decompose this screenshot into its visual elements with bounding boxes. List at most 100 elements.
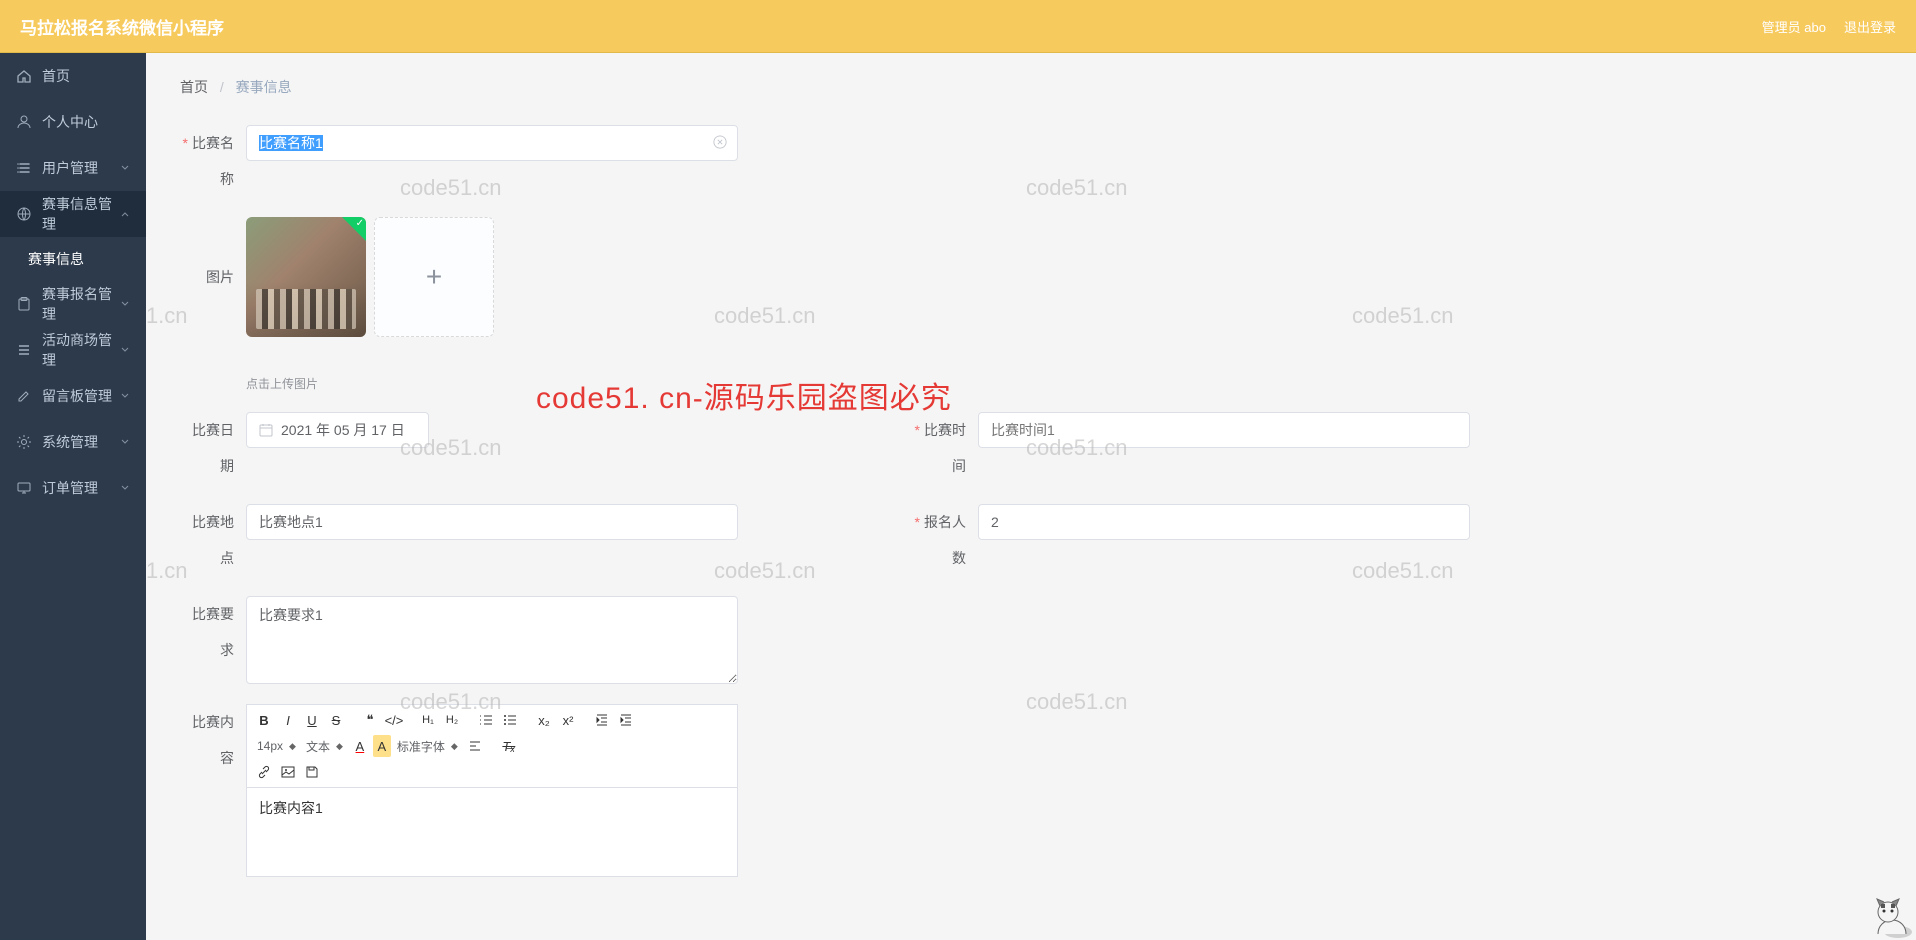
capacity-input[interactable] xyxy=(991,514,1439,530)
label-capacity: 报名人数 xyxy=(912,504,978,576)
clipboard-icon xyxy=(16,296,32,312)
sidebar-subitem[interactable]: 赛事信息 xyxy=(0,237,146,281)
underline-button[interactable]: U xyxy=(301,709,323,731)
sidebar-item-label: 系统管理 xyxy=(42,432,98,452)
outdent-button[interactable] xyxy=(591,709,613,731)
upload-add-button[interactable]: + xyxy=(374,217,494,337)
location-input-wrap xyxy=(246,504,738,540)
sidebar-item-0[interactable]: 首页 xyxy=(0,53,146,99)
save-button[interactable] xyxy=(301,761,323,783)
chevron-down-icon xyxy=(120,437,130,447)
sidebar: 首页个人中心用户管理赛事信息管理赛事信息赛事报名管理活动商场管理留言板管理系统管… xyxy=(0,53,146,940)
sidebar-item-1[interactable]: 个人中心 xyxy=(0,99,146,145)
font-family-select[interactable]: 标准字体◆ xyxy=(393,735,462,757)
label-location: 比赛地点 xyxy=(180,504,246,576)
watermark: code51.cn xyxy=(714,53,816,57)
sidebar-item-3[interactable]: 赛事信息管理 xyxy=(0,191,146,237)
sidebar-item-label: 赛事信息管理 xyxy=(42,194,120,234)
home-icon xyxy=(16,68,32,84)
sidebar-item-6[interactable]: 留言板管理 xyxy=(0,373,146,419)
clear-icon[interactable] xyxy=(713,135,729,151)
label-content: 比赛内容 xyxy=(180,704,246,776)
app-header: 马拉松报名系统微信小程序 管理员 abo 退出登录 xyxy=(0,0,1916,53)
sidebar-item-label: 个人中心 xyxy=(42,112,98,132)
quote-button[interactable]: ❝ xyxy=(359,709,381,731)
rich-editor: B I U S ❝ </> H₁ H₂ x₂ x² xyxy=(246,704,738,877)
logout-link[interactable]: 退出登录 xyxy=(1844,17,1896,36)
upload-success-icon xyxy=(342,217,366,241)
plus-icon: + xyxy=(426,261,442,293)
requirement-textarea[interactable] xyxy=(246,596,738,684)
ol-button[interactable] xyxy=(475,709,497,731)
align-button[interactable] xyxy=(464,735,486,757)
upload-tip: 点击上传图片 xyxy=(246,375,494,392)
text-type-select[interactable]: 文本◆ xyxy=(302,735,347,757)
capacity-input-wrap xyxy=(978,504,1470,540)
monitor-icon xyxy=(16,480,32,496)
name-input[interactable] xyxy=(259,135,707,151)
sidebar-item-label: 用户管理 xyxy=(42,158,98,178)
time-input-wrap xyxy=(978,412,1470,448)
upload-section: + 点击上传图片 xyxy=(246,217,494,392)
bold-button[interactable]: B xyxy=(253,709,275,731)
breadcrumb-current: 赛事信息 xyxy=(236,79,292,95)
label-name: 比赛名称 xyxy=(180,125,246,197)
time-input[interactable] xyxy=(991,422,1439,438)
font-size-select[interactable]: 14px◆ xyxy=(253,735,300,757)
gear-icon xyxy=(16,434,32,450)
sidebar-item-label: 留言板管理 xyxy=(42,386,112,406)
sidebar-item-label: 赛事报名管理 xyxy=(42,284,120,324)
edit-icon xyxy=(16,388,32,404)
chevron-up-icon xyxy=(120,209,130,219)
label-time: 比赛时间 xyxy=(912,412,978,484)
editor-toolbar: B I U S ❝ </> H₁ H₂ x₂ x² xyxy=(246,704,738,787)
calendar-icon xyxy=(259,423,273,437)
grid-icon xyxy=(16,342,32,358)
editor-body[interactable]: 比赛内容1 xyxy=(246,787,738,877)
sidebar-item-4[interactable]: 赛事报名管理 xyxy=(0,281,146,327)
sidebar-item-7[interactable]: 系统管理 xyxy=(0,419,146,465)
font-color-button[interactable]: A xyxy=(349,735,371,757)
chevron-down-icon xyxy=(120,163,130,173)
sidebar-item-label: 活动商场管理 xyxy=(42,330,120,370)
italic-button[interactable]: I xyxy=(277,709,299,731)
mascot-icon xyxy=(1858,894,1914,938)
sidebar-item-2[interactable]: 用户管理 xyxy=(0,145,146,191)
chevron-down-icon xyxy=(120,483,130,493)
sidebar-item-5[interactable]: 活动商场管理 xyxy=(0,327,146,373)
list-icon xyxy=(16,160,32,176)
admin-label[interactable]: 管理员 abo xyxy=(1762,17,1826,36)
subscript-button[interactable]: x₂ xyxy=(533,709,555,731)
code-button[interactable]: </> xyxy=(383,709,405,731)
chevron-down-icon xyxy=(120,345,130,355)
indent-button[interactable] xyxy=(615,709,637,731)
input-name-wrap xyxy=(246,125,738,161)
image-button[interactable] xyxy=(277,761,299,783)
header-actions: 管理员 abo 退出登录 xyxy=(1762,17,1896,36)
chevron-down-icon xyxy=(120,299,130,309)
chevron-down-icon xyxy=(120,391,130,401)
label-image: 图片 xyxy=(180,217,246,295)
location-input[interactable] xyxy=(259,514,707,530)
watermark: code51.cn xyxy=(146,53,188,57)
user-icon xyxy=(16,114,32,130)
strike-button[interactable]: S xyxy=(325,709,347,731)
bg-color-button[interactable]: A xyxy=(373,735,391,757)
h1-button[interactable]: H₁ xyxy=(417,709,439,731)
uploaded-image-thumb[interactable] xyxy=(246,217,366,337)
app-title: 马拉松报名系统微信小程序 xyxy=(20,14,224,39)
h2-button[interactable]: H₂ xyxy=(441,709,463,731)
sidebar-item-8[interactable]: 订单管理 xyxy=(0,465,146,511)
main-content: 首页 / 赛事信息 比赛名称 图片 xyxy=(146,53,1916,940)
label-requirement: 比赛要求 xyxy=(180,596,246,668)
date-value: 2021 年 05 月 17 日 xyxy=(281,420,405,440)
date-input[interactable]: 2021 年 05 月 17 日 xyxy=(246,412,429,448)
superscript-button[interactable]: x² xyxy=(557,709,579,731)
label-date: 比赛日期 xyxy=(180,412,246,484)
globe-icon xyxy=(16,206,32,222)
breadcrumb: 首页 / 赛事信息 xyxy=(180,77,1896,97)
link-button[interactable] xyxy=(253,761,275,783)
clear-format-button[interactable]: T̶ₓ xyxy=(498,735,520,757)
ul-button[interactable] xyxy=(499,709,521,731)
breadcrumb-home[interactable]: 首页 xyxy=(180,79,208,95)
